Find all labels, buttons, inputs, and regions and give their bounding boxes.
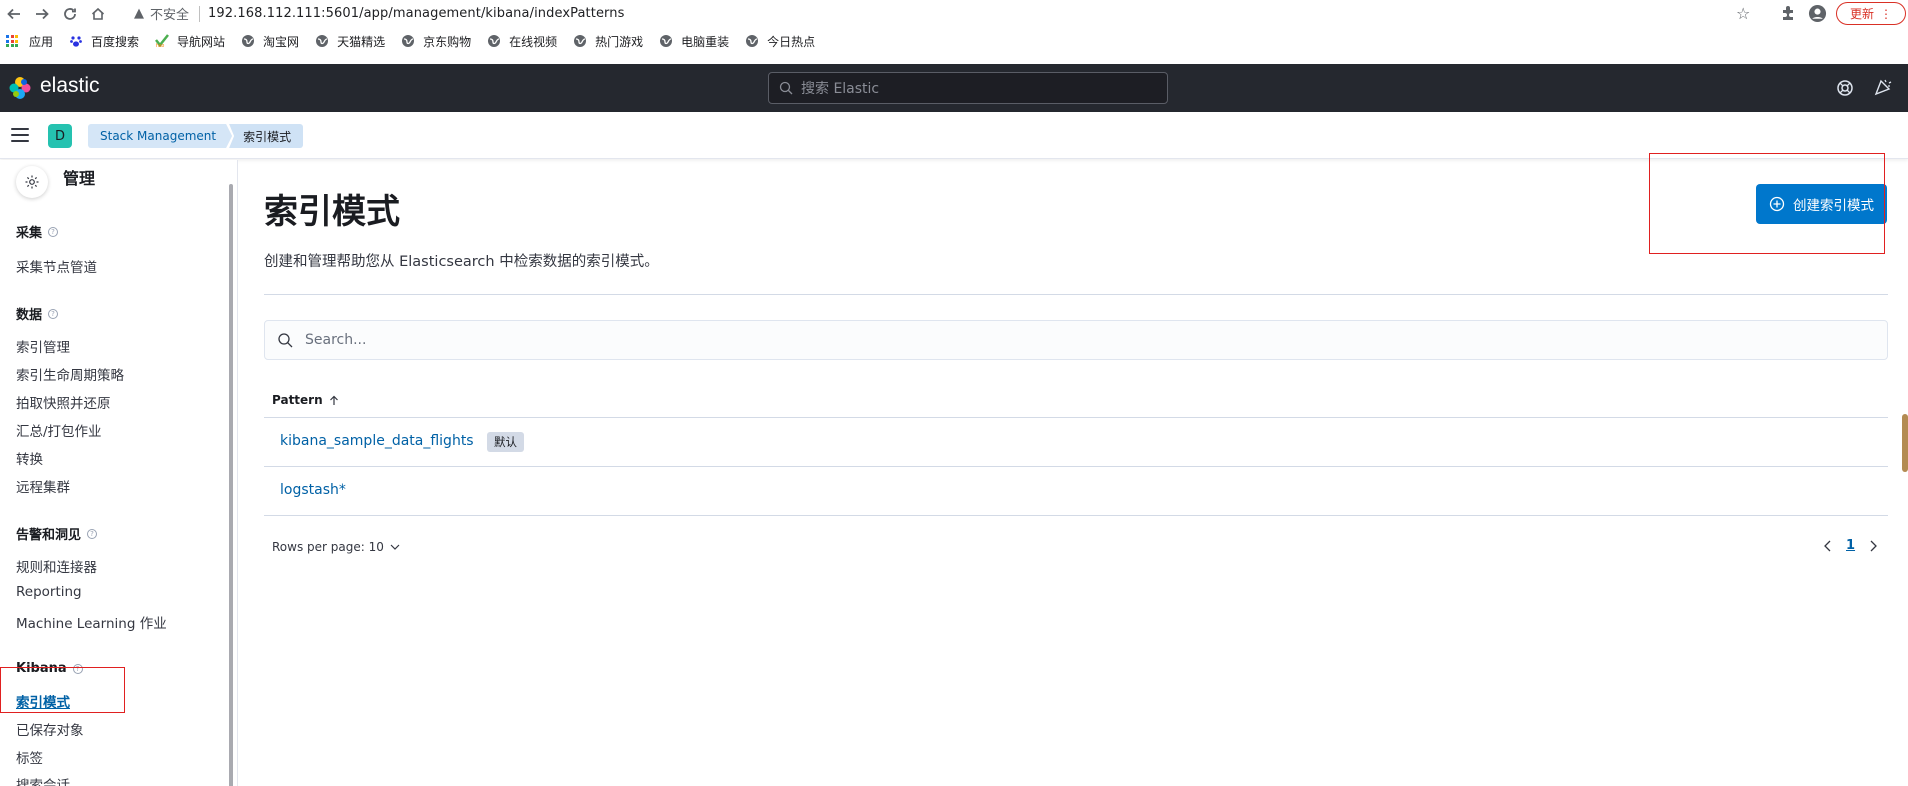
bookmark-baidu[interactable]: 百度搜索 — [69, 33, 139, 50]
puzzle-icon[interactable] — [1779, 4, 1797, 22]
page-scrollbar[interactable] — [1902, 414, 1908, 472]
global-search-input[interactable]: 搜索 Elastic — [768, 72, 1168, 104]
search-icon — [278, 333, 293, 348]
globe-icon — [316, 35, 329, 47]
bookmark-jd[interactable]: 京东购物 — [401, 33, 471, 50]
sidebar-item-remote-clusters[interactable]: 远程集群 — [16, 476, 70, 496]
bookmark-tmall[interactable]: 天猫精选 — [315, 33, 385, 50]
sidebar-group-alerts-insights: 告警和洞见? — [16, 524, 98, 543]
update-label: 更新 — [1849, 7, 1874, 21]
search-icon — [779, 81, 793, 95]
pattern-search-placeholder: Search... — [305, 332, 367, 348]
brand-name[interactable]: elastic — [40, 74, 100, 98]
help-lifebuoy-icon[interactable] — [1836, 79, 1854, 97]
space-avatar[interactable]: D — [48, 124, 72, 148]
chevron-down-icon — [390, 544, 400, 550]
sidebar-item-rules-connectors[interactable]: 规则和连接器 — [16, 556, 97, 576]
sidebar-item-rollup-jobs[interactable]: 汇总/打包作业 — [16, 420, 102, 440]
globe-icon — [488, 35, 501, 47]
globe-icon — [402, 35, 415, 47]
global-search-placeholder: 搜索 Elastic — [801, 81, 880, 97]
sidebar-item-search-sessions[interactable]: 搜索会话 — [16, 774, 70, 786]
sidebar-item-ingest-pipelines[interactable]: 采集节点管道 — [16, 256, 97, 276]
sidebar-item-snapshot-restore[interactable]: 拍取快照并还原 — [16, 392, 111, 412]
divider — [264, 294, 1888, 295]
profile-icon[interactable] — [1808, 4, 1827, 23]
bookmark-games[interactable]: 热门游戏 — [573, 33, 643, 50]
help-circle-icon[interactable]: ? — [87, 528, 98, 539]
sidebar-header: 管理 — [16, 166, 95, 198]
pattern-search-input[interactable]: Search... — [264, 320, 1888, 360]
sidebar-item-index-management[interactable]: 索引管理 — [16, 336, 70, 356]
sidebar-group-data: 数据? — [16, 304, 59, 323]
bookmark-hao123[interactable]: hao 导航网站 — [155, 33, 225, 50]
bookmark-reinstall[interactable]: 电脑重装 — [659, 33, 729, 50]
help-circle-icon[interactable]: ? — [48, 226, 59, 237]
back-arrow-icon[interactable] — [0, 0, 28, 27]
address-bar[interactable]: ▲ 不安全 192.168.112.111:5601/app/managemen… — [134, 0, 1754, 27]
baidu-paw-icon — [70, 36, 82, 47]
sidebar-item-reporting[interactable]: Reporting — [16, 584, 82, 600]
breadcrumb-index-patterns: 索引模式 — [229, 124, 304, 148]
update-button[interactable]: 更新 ⋮ — [1836, 2, 1906, 25]
newsfeed-cheer-icon[interactable] — [1874, 78, 1892, 96]
page-number[interactable]: 1 — [1846, 538, 1855, 553]
kibana-header: elastic 搜索 Elastic — [0, 64, 1908, 112]
breadcrumb-stack-management[interactable]: Stack Management — [88, 124, 232, 148]
column-header-pattern[interactable]: Pattern — [272, 393, 339, 407]
pagination: 1 — [1822, 538, 1879, 553]
help-circle-icon[interactable]: ? — [48, 308, 59, 319]
more-vert-icon: ⋮ — [1880, 6, 1892, 21]
default-badge: 默认 — [487, 432, 524, 452]
apps-grid-icon — [6, 35, 19, 47]
browser-toolbar: ▲ 不安全 192.168.112.111:5601/app/managemen… — [0, 0, 1908, 27]
url-text: 192.168.112.111:5601/app/management/kiba… — [208, 6, 625, 21]
breadcrumb: Stack Management 索引模式 — [88, 124, 304, 148]
bookmark-apps[interactable]: 应用 — [6, 33, 53, 50]
warning-icon: ▲ — [134, 6, 144, 21]
pattern-link[interactable]: logstash* — [280, 482, 346, 498]
rows-per-page-select[interactable]: Rows per page: 10 — [272, 540, 400, 554]
elastic-logo-icon[interactable] — [8, 76, 32, 100]
hao123-icon: hao — [155, 34, 170, 48]
svg-text:hao: hao — [156, 43, 165, 48]
globe-icon — [660, 35, 673, 47]
page-title: 索引模式 — [264, 192, 400, 232]
annotation-box-create-button — [1649, 153, 1885, 254]
bookmarks-bar: 应用 百度搜索 hao 导航网站 淘宝网 天猫精选 京东购物 在线视频 热门游戏… — [0, 29, 1908, 53]
sidebar-title: 管理 — [63, 169, 96, 188]
sort-ascending-icon — [329, 395, 338, 405]
chevron-left-icon[interactable] — [1822, 540, 1834, 552]
breadcrumb-bar: D Stack Management 索引模式 — [0, 112, 1908, 159]
reload-icon[interactable] — [56, 0, 84, 27]
star-icon[interactable]: ☆ — [1736, 4, 1750, 23]
sidebar-group-ingest: 采集? — [16, 222, 59, 241]
page-description: 创建和管理帮助您从 Elasticsearch 中检索数据的索引模式。 — [264, 254, 659, 270]
gear-icon — [16, 166, 48, 198]
insecure-label: 不安全 — [150, 8, 190, 23]
globe-icon — [574, 35, 587, 47]
sidebar-item-ilm-policies[interactable]: 索引生命周期策略 — [16, 364, 124, 384]
chevron-right-icon[interactable] — [1867, 540, 1879, 552]
sidebar-item-ml-jobs[interactable]: Machine Learning 作业 — [16, 612, 167, 632]
bookmark-hot[interactable]: 今日热点 — [745, 33, 815, 50]
sidebar-item-saved-objects[interactable]: 已保存对象 — [16, 719, 84, 739]
annotation-box-index-patterns — [0, 667, 125, 713]
bookmark-taobao[interactable]: 淘宝网 — [241, 33, 299, 50]
bookmark-video[interactable]: 在线视频 — [487, 33, 557, 50]
menu-hamburger-icon[interactable] — [11, 128, 29, 142]
pattern-link[interactable]: kibana_sample_data_flights — [280, 433, 474, 449]
sidebar-item-tags[interactable]: 标签 — [16, 747, 43, 767]
home-icon[interactable] — [84, 0, 112, 27]
sidebar-scrollbar[interactable] — [229, 184, 233, 786]
globe-icon — [242, 35, 255, 47]
globe-icon — [746, 35, 759, 47]
forward-arrow-icon[interactable] — [28, 0, 56, 27]
sidebar-item-transforms[interactable]: 转换 — [16, 448, 43, 468]
